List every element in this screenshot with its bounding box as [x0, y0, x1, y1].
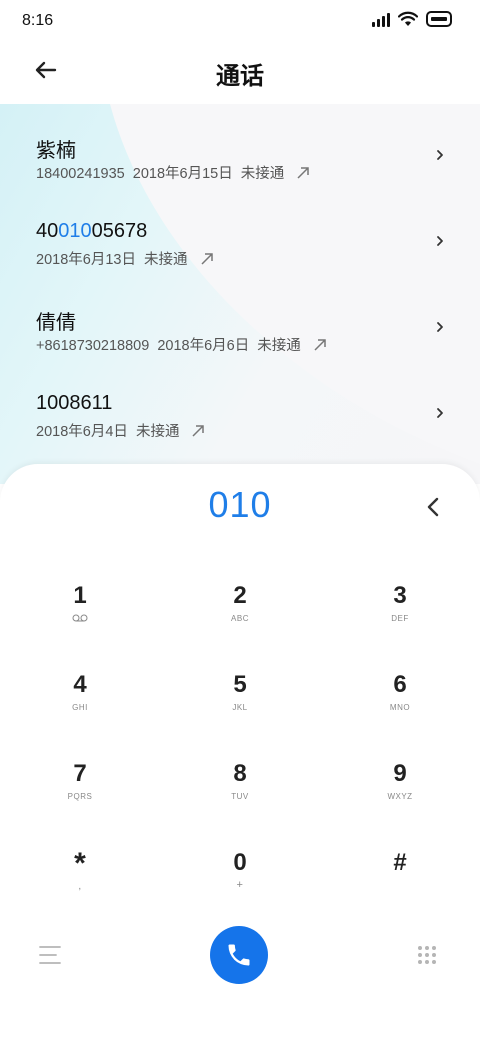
call-button[interactable]	[210, 926, 268, 984]
key-letters: DEF	[391, 614, 409, 623]
call-log-detail-text: +8618730218809 2018年6月6日 未接通	[36, 338, 301, 354]
key-letters: JKL	[232, 703, 248, 712]
phone-icon	[228, 944, 250, 966]
call-log-name: 紫楠	[36, 140, 76, 162]
key-digit: 7	[73, 760, 87, 787]
arrow-up-right-icon	[192, 424, 205, 437]
key-digit: 1	[73, 582, 87, 609]
dialpad-key-3[interactable]: 3 DEF	[340, 582, 460, 658]
dialpad-key-6[interactable]: 6 MNO	[340, 671, 460, 747]
header: 通话	[0, 42, 480, 102]
dialpad-sheet: 010 1 2 ABC 3 DEF 4 GHI 5 JKL 6 MNO 7 PQ…	[0, 464, 480, 1040]
call-log-name-match: 010	[58, 220, 92, 242]
battery-icon	[426, 11, 452, 27]
key-digit: #	[393, 849, 407, 876]
key-letters: TUV	[231, 792, 249, 801]
call-log-detail-text: 2018年6月4日 未接通	[36, 424, 180, 440]
chevron-right-icon	[437, 150, 443, 160]
arrow-up-right-icon	[200, 252, 213, 265]
call-log-item[interactable]: 4001005678 2018年6月13日 未接通	[0, 190, 480, 276]
dialed-number: 010	[208, 484, 272, 525]
dialpad-icon	[418, 946, 436, 964]
menu-button[interactable]	[38, 944, 62, 966]
key-digit: 3	[393, 582, 407, 609]
menu-icon	[39, 946, 61, 964]
key-letters: WXYZ	[387, 792, 413, 801]
call-log-detail-text: 2018年6月13日 未接通	[36, 252, 188, 268]
arrow-up-right-icon	[314, 338, 326, 351]
key-letters: ABC	[231, 614, 249, 623]
dialpad-key-4[interactable]: 4 GHI	[20, 671, 140, 747]
key-letters: GHI	[72, 703, 88, 712]
call-log-item[interactable]: 1008611 2018年6月4日 未接通	[0, 362, 480, 448]
call-log-name: 1008611	[36, 392, 113, 414]
chevron-right-icon	[437, 236, 443, 246]
key-letters: +	[236, 879, 244, 891]
dialpad-key-1[interactable]: 1	[20, 582, 140, 658]
status-time: 8:16	[22, 12, 54, 29]
dialpad-key-9[interactable]: 9 WXYZ	[340, 760, 460, 836]
chevron-right-icon	[437, 408, 443, 418]
key-letters	[20, 614, 140, 624]
status-icons	[372, 11, 452, 27]
voicemail-icon	[72, 614, 88, 622]
key-digit: 8	[233, 760, 247, 787]
dialpad-key-7[interactable]: 7 PQRS	[20, 760, 140, 836]
key-digit: 5	[233, 671, 247, 698]
call-log-detail: 2018年6月13日 未接通	[36, 248, 214, 269]
key-digit: 0	[233, 849, 247, 876]
dialpad-key-8[interactable]: 8 TUV	[180, 760, 300, 836]
call-log-item[interactable]: 紫楠 18400241935 2018年6月15日 未接通	[0, 104, 480, 190]
wifi-icon	[398, 11, 418, 26]
call-log-list: 紫楠 18400241935 2018年6月15日 未接通 4001005678…	[0, 104, 480, 484]
dialpad-key-star[interactable]: * ,	[20, 847, 140, 925]
key-letters: ,	[78, 881, 82, 892]
chevron-left-icon	[427, 497, 439, 517]
dialpad-key-hash[interactable]: #	[340, 849, 460, 925]
call-log-detail-text: 18400241935 2018年6月15日 未接通	[36, 166, 285, 182]
call-log-detail: 2018年6月4日 未接通	[36, 420, 205, 441]
call-log-name-prefix: 40	[36, 220, 59, 242]
call-log-name: 倩倩	[36, 312, 76, 334]
key-letters: PQRS	[67, 792, 93, 801]
key-digit: 9	[393, 760, 407, 787]
call-log-name: 4001005678	[36, 220, 147, 243]
dialer-screen: 8:16 通话 紫楠 1 8 40 0 2 41935 2018年6月15日 未接通 40…	[0, 0, 480, 1040]
call-log-detail: +8618730218809 2018年6月6日 未接通	[36, 334, 327, 355]
dialpad-key-2[interactable]: 2 ABC	[180, 582, 300, 658]
dialer-bottom-bar	[0, 926, 480, 986]
backspace-button[interactable]	[418, 492, 448, 522]
key-digit: 6	[393, 671, 407, 698]
chevron-right-icon	[437, 322, 443, 332]
call-log-detail: 18400241935 2018年6月15日 未接通	[36, 162, 310, 183]
key-letters: MNO	[389, 703, 411, 712]
dialpad-key-5[interactable]: 5 JKL	[180, 671, 300, 747]
status-bar: 8:16	[0, 0, 480, 42]
key-digit: 4	[73, 671, 87, 698]
arrow-up-right-icon	[297, 166, 310, 179]
signal-icon	[372, 11, 390, 27]
call-log-item[interactable]: 倩倩 +8618730218809 2018年6月6日 未接通	[0, 276, 480, 362]
key-digit: 2	[233, 582, 247, 609]
page-title: 通话	[216, 63, 264, 90]
call-log-name-suffix: 05678	[91, 220, 148, 242]
dialpad-toggle-button[interactable]	[416, 944, 438, 966]
dialpad-key-0[interactable]: 0 +	[180, 849, 300, 925]
key-digit: *	[74, 847, 86, 880]
